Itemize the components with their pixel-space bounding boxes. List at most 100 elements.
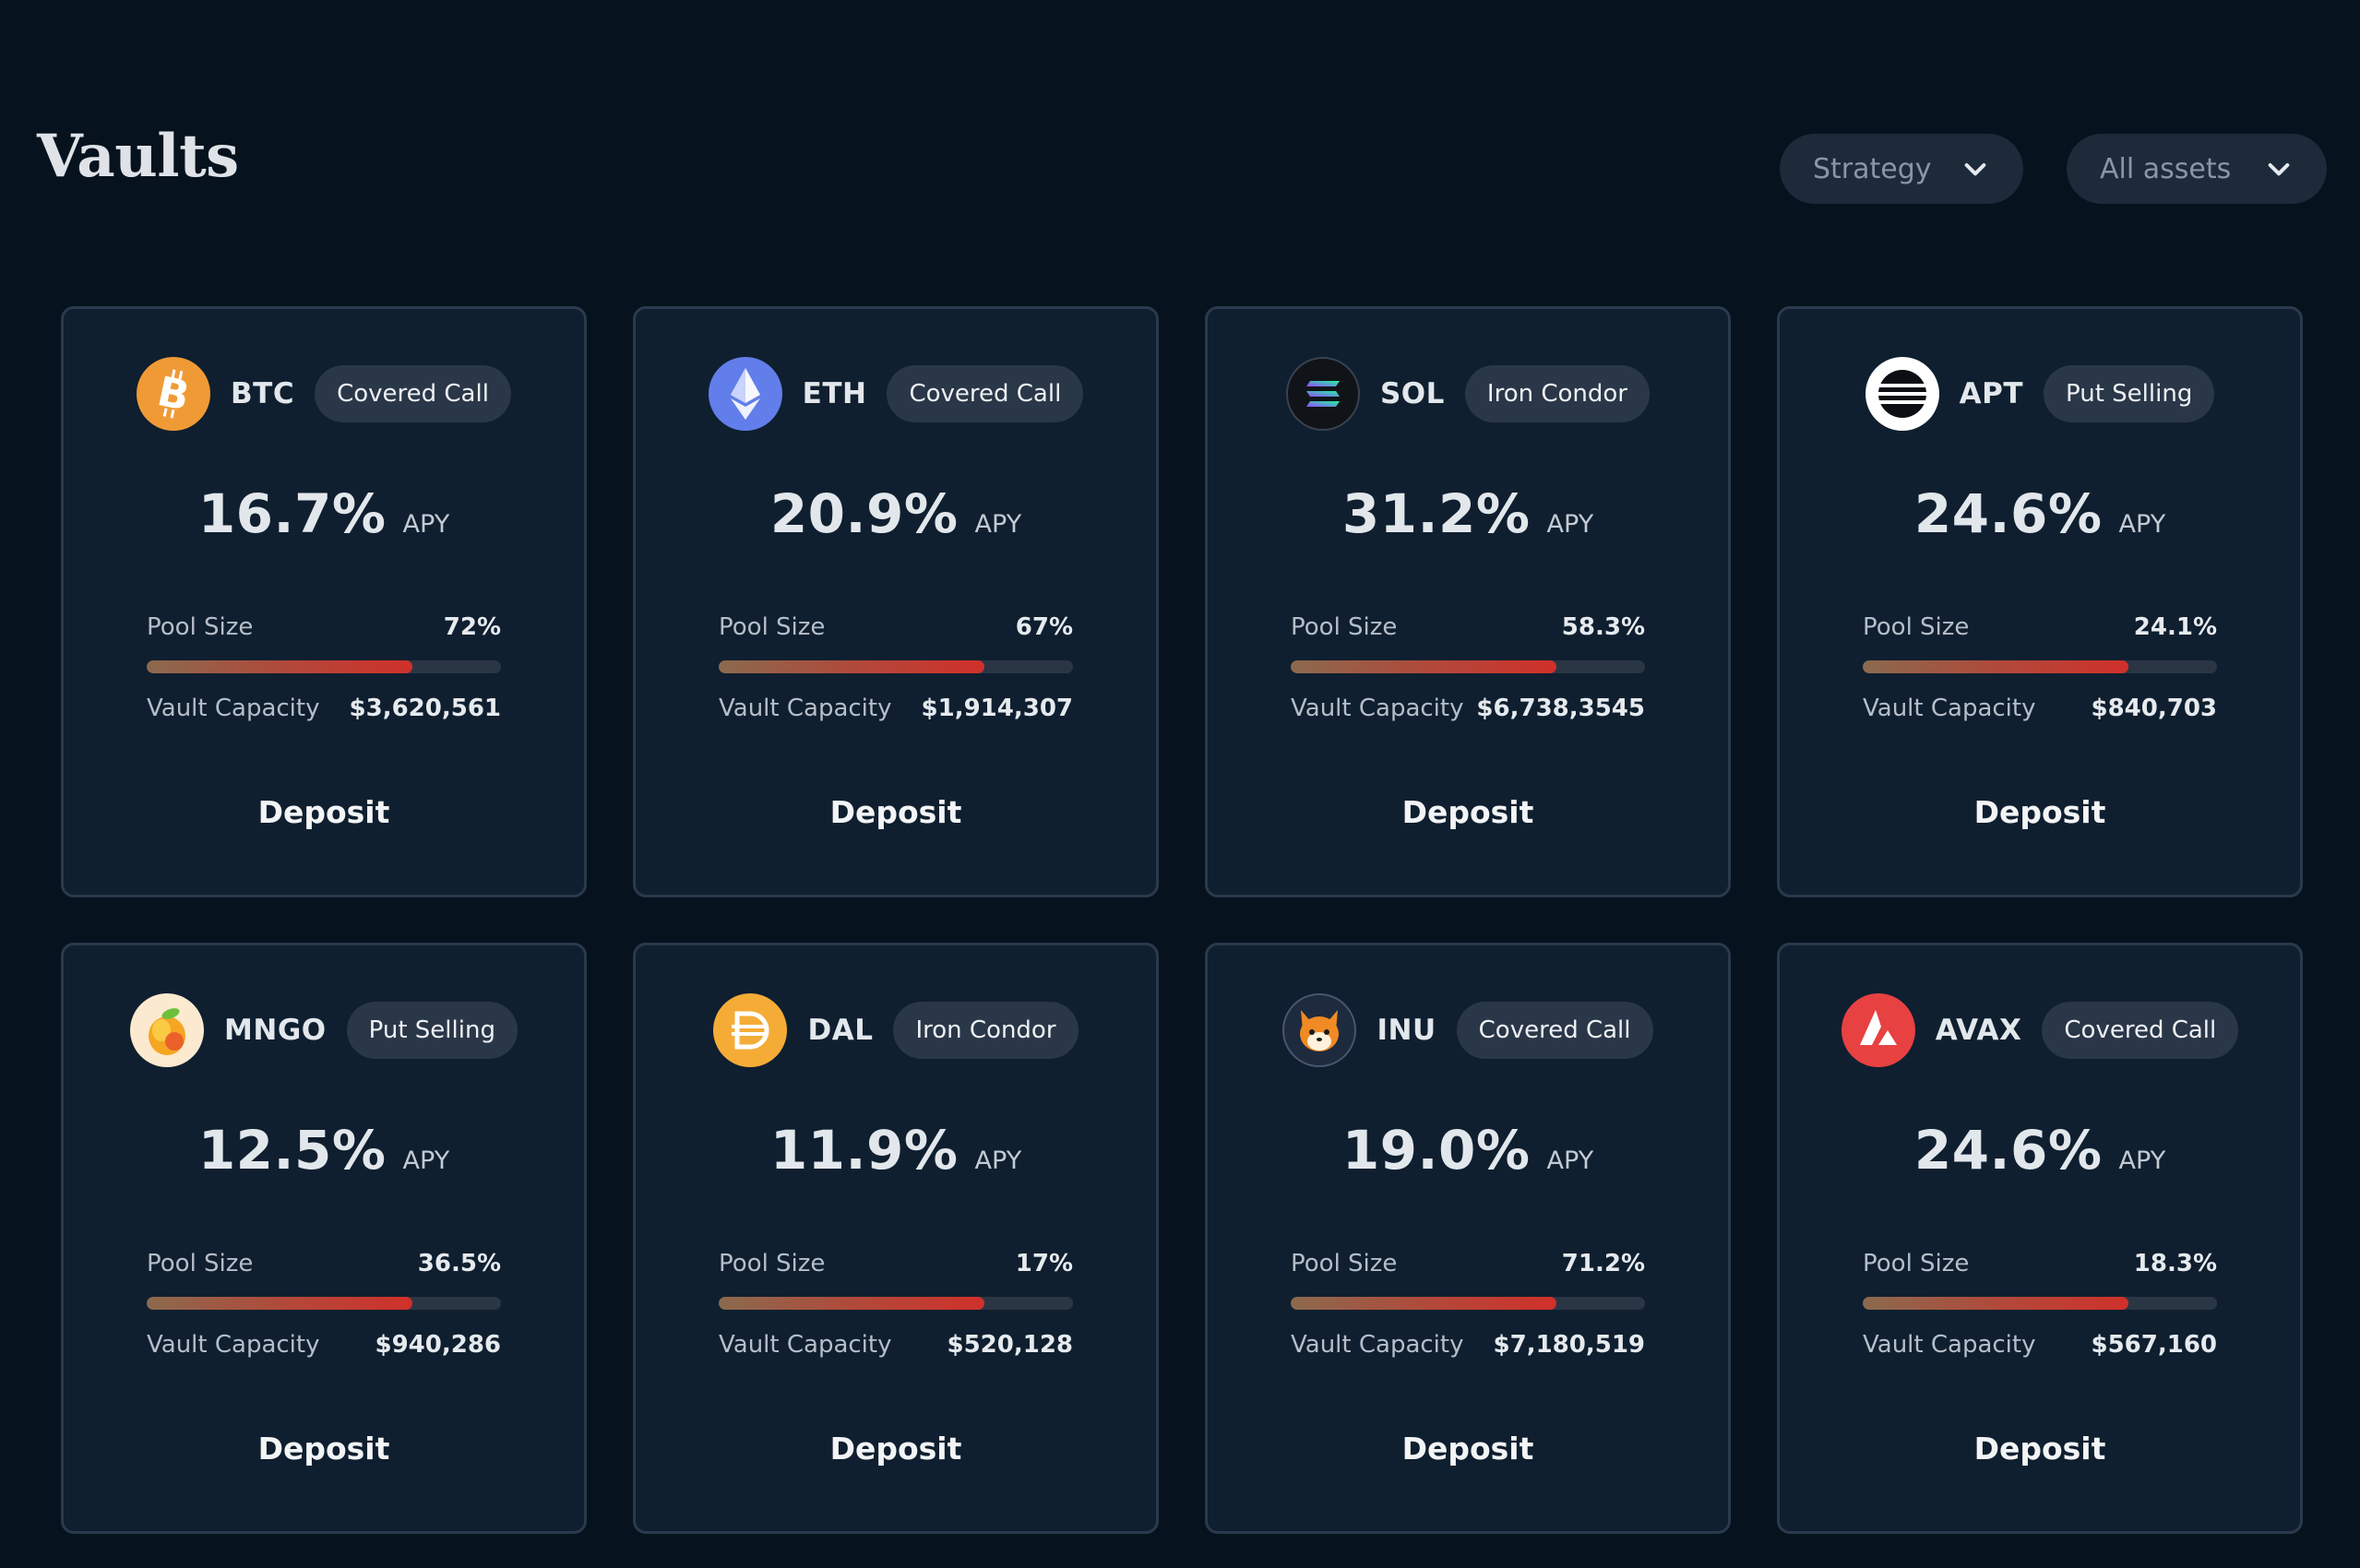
pool-size-progress-fill [1863,660,2128,673]
pool-size-progress-bar [147,1297,501,1310]
pool-size-label: Pool Size [1291,1250,1398,1277]
apy-display: 12.5% APY [64,1119,584,1193]
vault-card-header: ETH Covered Call [636,357,1156,431]
pool-size-row: Pool Size 17% [719,1250,1073,1277]
apy-display: 24.6% APY [1780,482,2300,556]
pool-size-progress-fill [1291,660,1556,673]
vaults-page: Vaults Strategy All assets B BTC Covered… [0,0,2360,1568]
pool-size-progress-bar [1291,1297,1645,1310]
pool-size-progress-bar [1863,660,2217,673]
deposit-button[interactable]: Deposit [64,784,584,839]
vault-card-eth: ETH Covered Call 20.9% APY Pool Size 67%… [633,306,1159,897]
apy-display: 24.6% APY [1780,1119,2300,1193]
strategy-badge: Covered Call [315,365,511,422]
vault-card-header: INU Covered Call [1208,993,1728,1067]
apy-display: 31.2% APY [1208,482,1728,556]
vault-capacity-label: Vault Capacity [719,695,892,722]
pool-size-progress-bar [719,660,1073,673]
vault-capacity-value: $567,160 [2091,1331,2217,1359]
asset-ticker: SOL [1379,377,1445,410]
pool-size-progress-fill [147,660,412,673]
vault-capacity-value: $7,180,519 [1493,1331,1645,1359]
vault-card-header: APT Put Selling [1780,357,2300,431]
apy-display: 19.0% APY [1208,1119,1728,1193]
strategy-badge: Put Selling [2044,365,2215,422]
deposit-button[interactable]: Deposit [1208,784,1728,839]
vault-capacity-row: Vault Capacity $840,703 [1863,695,2217,722]
pool-size-label: Pool Size [1291,613,1398,641]
strategy-badge: Put Selling [346,1002,518,1059]
pool-size-row: Pool Size 72% [147,613,501,641]
pool-size-value: 17% [1015,1250,1073,1277]
vault-capacity-label: Vault Capacity [1291,695,1464,722]
apy-display: 11.9% APY [636,1119,1156,1193]
vault-card-header: B BTC Covered Call [64,357,584,431]
pool-size-row: Pool Size 58.3% [1291,613,1645,641]
asset-ticker: DAL [807,1014,874,1047]
pool-size-progress-fill [1291,1297,1556,1310]
apy-value: 31.2% [1341,482,1531,545]
vault-capacity-row: Vault Capacity $6,738,3545 [1291,695,1645,722]
pool-size-row: Pool Size 18.3% [1863,1250,2217,1277]
pool-size-label: Pool Size [719,1250,826,1277]
mango-icon [130,993,205,1067]
deposit-button[interactable]: Deposit [636,1420,1156,1476]
strategy-badge: Covered Call [1456,1002,1653,1059]
vault-capacity-value: $6,738,3545 [1476,695,1645,722]
vault-card-inu: INU Covered Call 19.0% APY Pool Size 71.… [1205,943,1731,1534]
apy-value: 12.5% [197,1119,387,1182]
pool-size-progress-fill [719,1297,984,1310]
apy-display: 16.7% APY [64,482,584,556]
pool-size-label: Pool Size [1863,1250,1970,1277]
vault-capacity-label: Vault Capacity [147,1331,320,1359]
vault-capacity-row: Vault Capacity $7,180,519 [1291,1331,1645,1359]
deposit-button[interactable]: Deposit [636,784,1156,839]
apy-value: 24.6% [1913,1119,2103,1182]
asset-ticker: ETH [802,377,867,410]
deposit-button[interactable]: Deposit [1780,1420,2300,1476]
asset-ticker: MNGO [224,1014,327,1047]
pool-size-value: 24.1% [2133,613,2217,641]
pool-size-value: 58.3% [1561,613,1645,641]
vault-card-header: MNGO Put Selling [64,993,584,1067]
pool-size-progress-fill [1863,1297,2128,1310]
pool-size-row: Pool Size 71.2% [1291,1250,1645,1277]
vault-capacity-value: $940,286 [375,1331,501,1359]
apy-unit-label: APY [974,510,1022,539]
vault-capacity-row: Vault Capacity $1,914,307 [719,695,1073,722]
deposit-button[interactable]: Deposit [1780,784,2300,839]
strategy-badge: Iron Condor [1464,365,1650,422]
vault-grid: B BTC Covered Call 16.7% APY Pool Size 7… [0,0,2360,1568]
pool-size-value: 67% [1015,613,1073,641]
vault-card-header: DAL Iron Condor [636,993,1156,1067]
vault-capacity-value: $1,914,307 [921,695,1073,722]
solana-icon [1285,357,1360,431]
pool-size-row: Pool Size 67% [719,613,1073,641]
pool-size-progress-bar [719,1297,1073,1310]
strategy-badge: Iron Condor [893,1002,1079,1059]
vault-capacity-value: $520,128 [947,1331,1073,1359]
deposit-button[interactable]: Deposit [64,1420,584,1476]
pool-size-label: Pool Size [1863,613,1970,641]
vault-capacity-label: Vault Capacity [1863,695,2036,722]
pool-size-value: 72% [443,613,501,641]
vault-card-mngo: MNGO Put Selling 12.5% APY Pool Size 36.… [61,943,587,1534]
vault-capacity-label: Vault Capacity [147,695,320,722]
vault-capacity-row: Vault Capacity $940,286 [147,1331,501,1359]
pool-size-progress-bar [147,660,501,673]
deposit-button[interactable]: Deposit [1208,1420,1728,1476]
vault-card-avax: AVAX Covered Call 24.6% APY Pool Size 18… [1777,943,2303,1534]
pool-size-progress-bar [1863,1297,2217,1310]
apy-value: 16.7% [197,482,387,545]
vault-capacity-value: $840,703 [2091,695,2217,722]
apy-unit-label: APY [2118,1146,2166,1175]
vault-card-dal: DAL Iron Condor 11.9% APY Pool Size 17% … [633,943,1159,1534]
pool-size-label: Pool Size [147,1250,254,1277]
apy-unit-label: APY [2118,510,2166,539]
pool-size-value: 18.3% [2133,1250,2217,1277]
pool-size-label: Pool Size [147,613,254,641]
shiba-inu-icon [1282,993,1357,1067]
vault-capacity-label: Vault Capacity [1863,1331,2036,1359]
aptos-icon [1865,357,1939,431]
vault-capacity-row: Vault Capacity $567,160 [1863,1331,2217,1359]
